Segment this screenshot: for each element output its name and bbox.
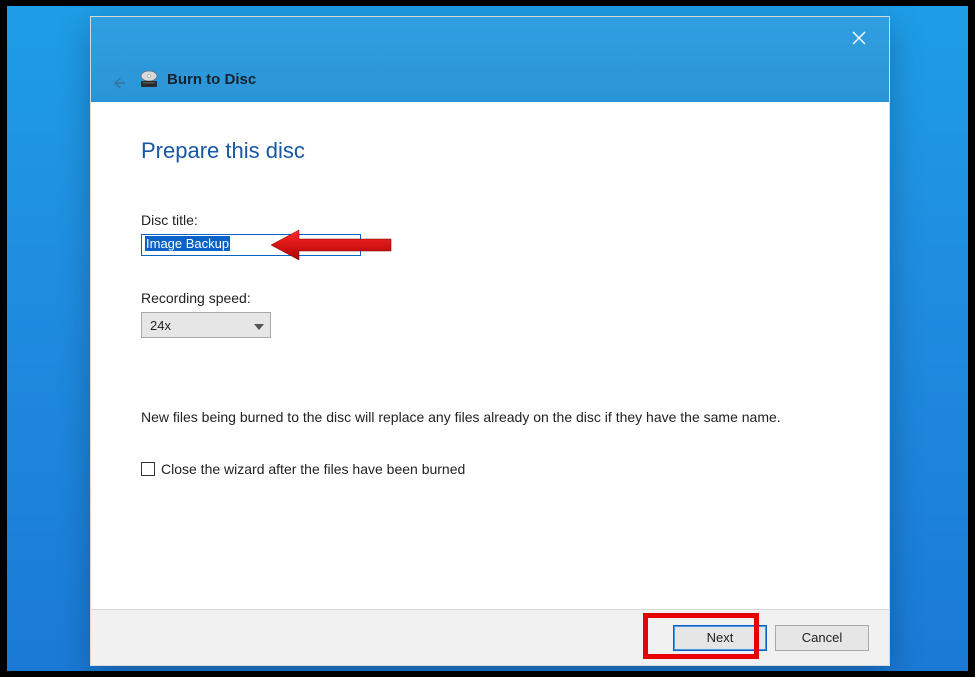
recording-speed-value: 24x xyxy=(150,318,171,333)
burn-to-disc-window: Burn to Disc Prepare this disc Disc titl… xyxy=(90,16,890,666)
title-bar: Burn to Disc xyxy=(91,17,889,102)
recording-speed-combobox[interactable]: 24x xyxy=(141,312,271,338)
close-icon xyxy=(852,31,866,45)
recording-speed-label: Recording speed: xyxy=(141,290,839,306)
next-button-label: Next xyxy=(707,630,734,645)
disc-title-label: Disc title: xyxy=(141,212,839,228)
info-text: New files being burned to the disc will … xyxy=(141,408,781,427)
page-heading: Prepare this disc xyxy=(141,138,839,164)
back-button xyxy=(107,71,131,95)
next-button[interactable]: Next xyxy=(673,625,767,651)
window-title-row: Burn to Disc xyxy=(139,69,256,89)
close-wizard-label: Close the wizard after the files have be… xyxy=(161,461,465,477)
window-title: Burn to Disc xyxy=(167,71,256,88)
disc-title-value: Image Backup xyxy=(145,236,230,251)
chevron-down-icon xyxy=(254,318,264,333)
close-button[interactable] xyxy=(837,23,881,53)
wizard-content: Prepare this disc Disc title: Image Back… xyxy=(91,102,889,609)
cancel-button[interactable]: Cancel xyxy=(775,625,869,651)
burn-disc-icon xyxy=(139,69,159,89)
disc-title-input[interactable]: Image Backup xyxy=(141,234,361,256)
desktop-background: Burn to Disc Prepare this disc Disc titl… xyxy=(7,6,968,671)
close-wizard-checkbox[interactable] xyxy=(141,462,155,476)
cancel-button-label: Cancel xyxy=(802,630,842,645)
close-wizard-option[interactable]: Close the wizard after the files have be… xyxy=(141,461,839,477)
wizard-footer: Next Cancel xyxy=(91,609,889,665)
back-arrow-icon xyxy=(110,74,128,92)
